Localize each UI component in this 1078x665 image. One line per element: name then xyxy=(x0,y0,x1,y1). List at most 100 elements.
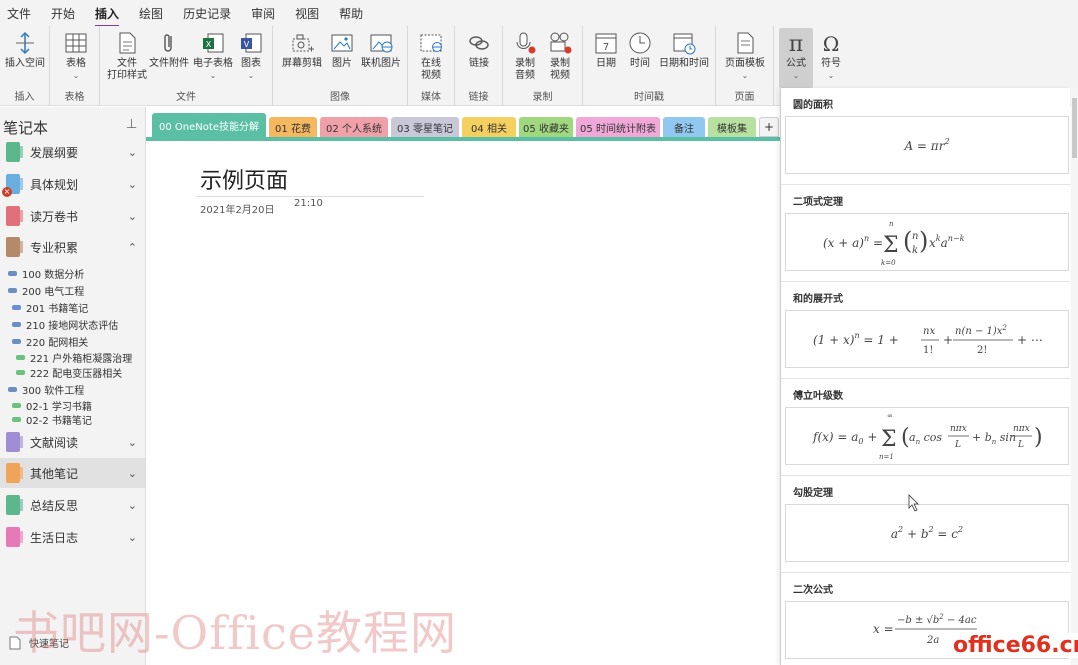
pin-icon[interactable]: ⊥ xyxy=(126,117,137,132)
symbol-label: 符号 xyxy=(821,58,841,69)
menu-help[interactable]: 帮助 xyxy=(339,2,363,25)
section-item[interactable]: 220 配网相关 xyxy=(12,334,88,349)
equation-preview[interactable]: f(x) = a0 + ∞ Σ n=1 ( an cos nπx L + bn … xyxy=(785,407,1069,465)
date-button[interactable]: 7 日期 xyxy=(591,30,621,70)
spreadsheet-button[interactable]: X 电子表格 ⌄ xyxy=(192,30,234,82)
screen-clip-button[interactable]: 屏幕剪辑 xyxy=(279,30,325,70)
diagram-button[interactable]: V 图表 ⌄ xyxy=(234,30,268,82)
notebook-item[interactable]: 读万卷书 ⌄ xyxy=(0,201,145,231)
notebook-item[interactable]: × 具体规划 ⌄ xyxy=(0,169,145,199)
menu-file[interactable]: 文件 xyxy=(7,2,31,25)
page-canvas[interactable]: 示例页面 2021年2月20日 21:10 xyxy=(146,141,780,665)
group-label-link: 链接 xyxy=(468,92,489,103)
menu-draw[interactable]: 绘图 xyxy=(139,2,163,25)
file-attachment-button[interactable]: 文件附件 xyxy=(148,30,190,70)
tab-remarks[interactable]: 备注 xyxy=(663,117,705,137)
section-item[interactable]: 100 数据分析 xyxy=(8,266,84,281)
time-button[interactable]: 时间 xyxy=(625,30,655,70)
chevron-down-icon[interactable]: ⌄ xyxy=(128,531,137,544)
notebook-item[interactable]: 文献阅读 ⌄ xyxy=(0,427,145,457)
tab-related[interactable]: 04 相关 xyxy=(462,117,516,137)
chevron-down-icon[interactable]: ⌄ xyxy=(128,436,137,449)
online-picture-button[interactable]: 联机图片 xyxy=(359,30,403,70)
picture-button[interactable]: 图片 xyxy=(327,30,357,70)
section-item[interactable]: 02-1 学习书籍 xyxy=(12,398,92,413)
table-button[interactable]: 表格 ⌄ xyxy=(58,30,94,82)
chevron-down-icon[interactable]: ⌄ xyxy=(128,467,137,480)
chevron-up-icon[interactable]: ⌃ xyxy=(128,241,137,254)
ribbon-group-record: 录制 音频 录制 视频 录制 xyxy=(503,26,583,106)
tab-favorites[interactable]: 05 收藏夹 xyxy=(519,117,573,137)
svg-text:L: L xyxy=(1017,440,1024,450)
notebook-item[interactable]: 其他笔记 ⌄ xyxy=(0,458,145,488)
tab-misc-notes[interactable]: 03 零星笔记 xyxy=(391,117,459,137)
notebook-item[interactable]: 专业积累 ⌃ xyxy=(0,232,145,262)
equation-preview[interactable]: a2 + b2 = c2 xyxy=(785,504,1069,562)
record-audio-label: 录制 音频 xyxy=(515,58,535,81)
menu-history[interactable]: 历史记录 xyxy=(183,2,231,25)
notebook-item[interactable]: 生活日志 ⌄ xyxy=(0,522,145,552)
chevron-down-icon[interactable]: ⌄ xyxy=(128,178,137,191)
section-item[interactable]: 221 户外箱柜凝露治理 xyxy=(16,350,132,365)
gallery-scrollbar[interactable] xyxy=(1071,88,1078,665)
tab-onenote-skills[interactable]: 00 OneNote技能分解 xyxy=(152,113,266,137)
link-button[interactable]: 链接 xyxy=(463,30,495,70)
section-item[interactable]: 200 电气工程 xyxy=(8,283,84,298)
link-label: 链接 xyxy=(469,58,489,69)
menu-home[interactable]: 开始 xyxy=(51,2,75,25)
section-item[interactable]: 210 接地网状态评估 xyxy=(12,317,118,332)
tab-label: 00 OneNote技能分解 xyxy=(159,121,259,133)
record-video-button[interactable]: 录制 视频 xyxy=(543,30,577,82)
equation-button[interactable]: π 公式 ⌄ xyxy=(779,28,813,88)
chevron-down-icon[interactable]: ⌄ xyxy=(128,210,137,223)
menu-view[interactable]: 视图 xyxy=(295,2,319,25)
date-label: 日期 xyxy=(596,58,616,69)
equation-render: a2 + b2 = c2 xyxy=(891,525,963,541)
svg-text:nx: nx xyxy=(923,326,935,337)
notebook-icon xyxy=(6,463,23,483)
chevron-down-icon[interactable]: ⌄ xyxy=(128,146,137,159)
scroll-thumb[interactable] xyxy=(1072,98,1077,158)
notebook-icon xyxy=(6,206,23,226)
insert-space-button[interactable]: 插入空间 xyxy=(3,30,47,70)
notebook-item[interactable]: 发展纲要 ⌄ xyxy=(0,137,145,167)
tab-personal-system[interactable]: 02 个人系统 xyxy=(320,117,388,137)
section-icon xyxy=(12,339,21,344)
section-label: 300 软件工程 xyxy=(22,386,85,397)
notebook-item[interactable]: 总结反思 ⌄ xyxy=(0,490,145,520)
section-item[interactable]: 300 软件工程 xyxy=(8,382,84,397)
section-item[interactable]: 02-2 书籍笔记 xyxy=(12,412,92,427)
chevron-down-icon: ⌄ xyxy=(827,71,835,80)
notebook-label: 其他笔记 xyxy=(30,466,79,481)
title-divider xyxy=(196,196,424,197)
group-label-record: 录制 xyxy=(532,92,553,103)
notebook-label: 读万卷书 xyxy=(30,209,79,224)
add-section-label: + xyxy=(763,120,775,134)
chevron-down-icon: ⌄ xyxy=(209,71,217,80)
record-audio-button[interactable]: 录制 音频 xyxy=(509,30,541,82)
section-item[interactable]: 222 配电变压器相关 xyxy=(16,365,122,380)
page-title[interactable]: 示例页面 xyxy=(200,163,288,195)
file-printout-button[interactable]: 文件 打印样式 xyxy=(106,30,148,82)
menu-review[interactable]: 审阅 xyxy=(251,2,275,25)
group-label-file: 文件 xyxy=(176,92,196,103)
tab-time-stats[interactable]: 05 时间统计附表 xyxy=(576,117,660,137)
equation-preview[interactable]: A = πr2 xyxy=(785,116,1069,174)
page-template-button[interactable]: 页面模板 ⌄ xyxy=(722,30,768,82)
chevron-down-icon[interactable]: ⌄ xyxy=(128,499,137,512)
menu-insert[interactable]: 插入 xyxy=(95,2,120,27)
equation-preview[interactable]: (x + a)n = n Σ k=0 ( n k ) xkan−k xyxy=(785,213,1069,271)
date-time-button[interactable]: 日期和时间 xyxy=(657,30,711,70)
svg-text:7: 7 xyxy=(603,42,609,53)
tab-expenses[interactable]: 01 花费 xyxy=(269,117,317,137)
symbol-button[interactable]: Ω 符号 ⌄ xyxy=(816,30,846,82)
ribbon-group-table: 表格 ⌄ 表格 xyxy=(50,26,100,106)
equation-render: (1 + x)n = 1 + nx 1! + n(n − 1)x2 2! + ⋯ xyxy=(813,324,1043,356)
section-item[interactable]: 201 书籍笔记 xyxy=(12,300,88,315)
svg-text:∞: ∞ xyxy=(887,412,893,420)
add-section-button[interactable]: + xyxy=(759,117,779,137)
online-video-button[interactable]: 在线 视频 xyxy=(414,30,448,82)
equation-preview[interactable]: (1 + x)n = 1 + nx 1! + n(n − 1)x2 2! + ⋯ xyxy=(785,310,1069,368)
notebook-icon xyxy=(6,495,23,515)
tab-templates[interactable]: 模板集 xyxy=(708,117,756,137)
